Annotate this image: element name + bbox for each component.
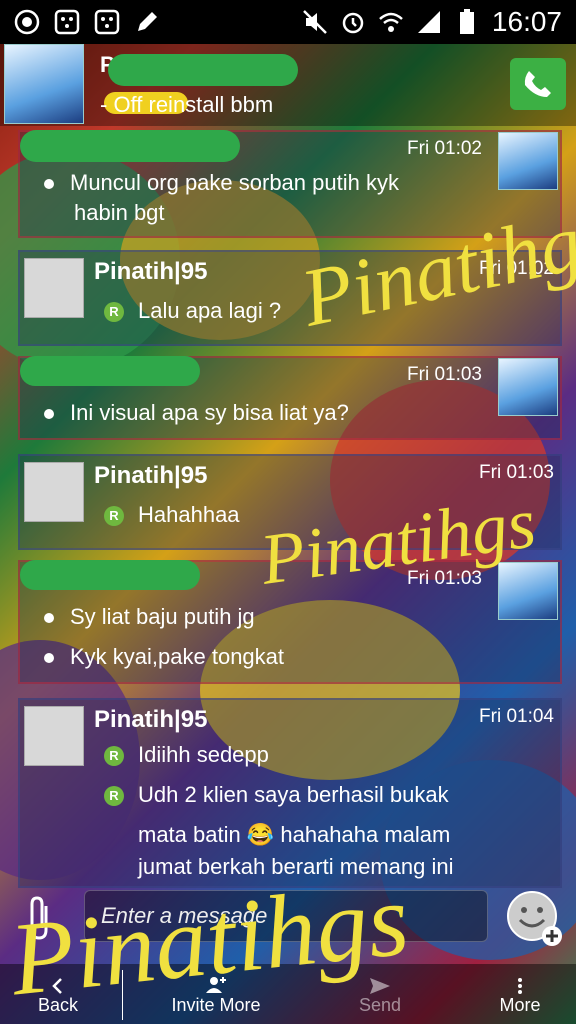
message-text: habin bgt — [74, 200, 165, 225]
battery-icon — [454, 9, 480, 35]
message-input[interactable]: Enter a message — [84, 890, 488, 942]
message-bullet — [44, 653, 54, 664]
mute-icon — [302, 9, 328, 35]
wifi-icon — [378, 9, 404, 35]
back-button[interactable]: Back — [18, 964, 98, 1024]
message-time: Fri 01:03 — [479, 462, 554, 483]
message-incoming: Pinatih|95 Fri 01:04 R Idiihh sedepp R Udh… — [18, 698, 562, 888]
avatar — [24, 706, 84, 766]
message-text: R Udh 2 klien saya berhasil bukak — [104, 780, 449, 810]
call-button[interactable] — [510, 58, 566, 110]
phone-icon — [524, 71, 551, 97]
more-button[interactable]: More — [480, 964, 560, 1024]
message-text: Muncul org pake sorban putih kyk — [44, 168, 399, 198]
message-incoming: Pinatih|95 Fri 01:03 R Hahahhaa — [18, 454, 562, 550]
message-time: Fri 01:02 — [407, 138, 482, 159]
sender-name: Pinatih|95 — [94, 706, 208, 733]
bbm-icon — [94, 9, 120, 35]
avatar — [24, 258, 84, 318]
overflow-menu-icon — [518, 978, 522, 994]
message-text: R Idiihh sedepp — [104, 740, 269, 770]
message-outgoing: Fri 01:03 Ini visual apa sy bisa liat ya… — [18, 356, 562, 440]
chevron-left-icon — [52, 978, 62, 994]
avatar — [498, 358, 558, 416]
message-text: Sy liat baju putih jg — [44, 602, 255, 632]
bottom-action-bar: Back Invite More Send More — [0, 964, 576, 1024]
clock: 16:07 — [491, 6, 562, 37]
send-button[interactable]: Send — [340, 964, 420, 1024]
redaction-scribble — [20, 130, 240, 162]
message-text: R Lalu apa lagi ? — [104, 296, 281, 326]
message-time: Fri 01:03 — [407, 364, 482, 385]
whatsapp-icon — [14, 9, 40, 35]
message-text: jumat berkah berarti memang ini — [138, 854, 454, 879]
message-text: Kyk kyai,pake tongkat — [44, 642, 284, 672]
redaction-scribble — [108, 54, 298, 86]
status-bar: 16:07 — [0, 0, 576, 44]
smiley-icon — [507, 891, 562, 946]
read-badge-icon: R — [104, 746, 124, 767]
send-icon — [370, 978, 390, 994]
message-outgoing: Fri 01:02 Muncul org pake sorban putih k… — [18, 130, 562, 238]
bbm-icon — [54, 9, 80, 35]
message-time: Fri 01:03 — [407, 568, 482, 589]
invite-more-label: Invite More — [171, 995, 261, 1015]
message-time: Fri 01:04 — [479, 706, 554, 727]
avatar[interactable] — [4, 44, 84, 124]
redaction-scribble — [20, 356, 200, 386]
message-bullet — [44, 409, 54, 420]
message-time: Fri 01:02 — [479, 258, 554, 279]
send-label: Send — [358, 995, 402, 1015]
message-incoming: Pinatih|95 Fri 01:02 R Lalu apa lagi ? — [18, 250, 562, 346]
message-composer: Enter a message — [0, 884, 576, 964]
add-person-icon — [206, 977, 226, 993]
more-label: More — [499, 995, 541, 1015]
divider — [122, 970, 123, 1020]
avatar — [24, 462, 84, 522]
paperclip-icon — [30, 896, 48, 940]
contact-status: - Off reinstall bbm — [100, 92, 274, 117]
message-text: R Hahahhaa — [104, 500, 240, 530]
avatar — [498, 562, 558, 620]
emoji-button[interactable] — [506, 890, 562, 946]
read-badge-icon: R — [104, 506, 124, 527]
read-badge-icon: R — [104, 786, 124, 807]
message-bullet — [44, 613, 54, 624]
sender-name: Pinatih|95 — [94, 258, 208, 285]
sender-name: Pinatih|95 — [94, 462, 208, 489]
read-badge-icon: R — [104, 302, 124, 323]
redaction-scribble — [20, 560, 200, 590]
message-bullet — [44, 179, 54, 190]
message-text: Ini visual apa sy bisa liat ya? — [44, 398, 349, 428]
pencil-icon — [134, 9, 160, 35]
invite-more-button[interactable]: Invite More — [160, 964, 272, 1024]
message-text: mata batin 😂 hahahaha malam — [138, 822, 451, 847]
attach-button[interactable] — [24, 894, 54, 942]
alarm-icon — [340, 9, 366, 35]
back-label: Back — [37, 995, 79, 1015]
chat-header: P - Off reinstall bbm — [0, 44, 576, 126]
signal-icon — [416, 9, 442, 35]
message-outgoing: Fri 01:03 Sy liat baju putih jg Kyk kyai… — [18, 560, 562, 684]
avatar — [498, 132, 558, 190]
